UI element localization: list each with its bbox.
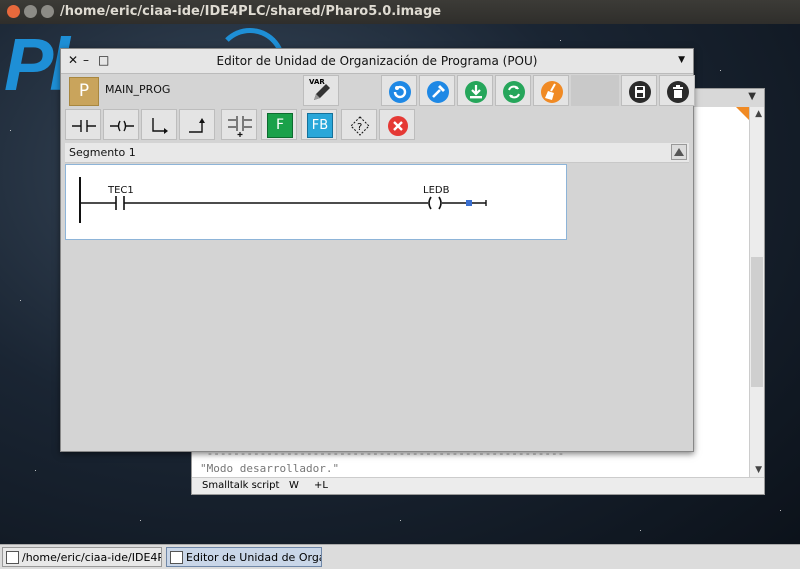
status-mode[interactable]: Smalltalk script [202, 480, 279, 491]
os-close-button[interactable] [7, 5, 20, 18]
window-icon [6, 551, 19, 564]
workspace-code-line: "Modo desarrollador." [200, 462, 340, 475]
workspace-scroll-thumb[interactable] [751, 257, 763, 387]
pou-editor-title: Editor de Unidad de Organización de Prog… [216, 54, 538, 68]
triangle-up-icon [674, 148, 684, 156]
taskbar: /home/eric/ciaa-ide/IDE4PLC... Editor de… [0, 544, 800, 569]
cloud-sync-button[interactable] [495, 75, 531, 106]
taskbar-item-workspace[interactable]: /home/eric/ciaa-ide/IDE4PLC... [2, 547, 162, 567]
pou-type-icon[interactable]: P [69, 77, 99, 106]
download-icon [465, 81, 487, 103]
spacer [341, 75, 377, 106]
os-minimize-button[interactable] [24, 5, 37, 18]
refresh-button[interactable] [381, 75, 417, 106]
close-red-icon [388, 116, 408, 136]
pou-editor-window: ✕ – □ Editor de Unidad de Organización d… [60, 48, 695, 452]
coil-button[interactable] [103, 109, 139, 140]
taskbar-item-label: Editor de Unidad de Organiz... [186, 551, 321, 564]
taskbar-item-pou-editor[interactable]: Editor de Unidad de Organiz... [166, 547, 322, 567]
branch-up-icon [189, 118, 205, 133]
segment-label: Segmento 1 [69, 146, 136, 159]
window-menu-icon[interactable]: ▼ [678, 55, 685, 65]
clean-broom-icon [541, 81, 563, 103]
contact-no-button[interactable] [65, 109, 101, 140]
save-icon [629, 81, 651, 103]
segment-header[interactable]: Segmento 1 [65, 143, 689, 163]
contact-add-button[interactable] [221, 109, 257, 140]
branch-up-button[interactable] [179, 109, 215, 140]
status-flag-w[interactable]: W [289, 480, 299, 491]
coil-icon [110, 120, 134, 132]
jump-icon: ? [350, 116, 370, 136]
ladder-rung [79, 177, 487, 223]
build-hammer-icon [427, 81, 449, 103]
ladder-segment-canvas[interactable]: TEC1 LEDB [65, 164, 567, 240]
delete-trash-icon [667, 81, 689, 103]
os-window-titlebar: /home/eric/ciaa-ide/IDE4PLC/shared/Pharo… [0, 0, 800, 24]
ladder-toolbar: F FB ? [65, 109, 689, 141]
contact-add-icon [228, 116, 252, 137]
branch-down-icon [152, 118, 168, 134]
scroll-up-icon[interactable]: ▲ [755, 109, 762, 119]
pou-name-area: P MAIN_PROG [65, 75, 301, 106]
function-button[interactable]: F [261, 109, 297, 140]
main-toolbar: P MAIN_PROG VAR [65, 75, 695, 107]
contact-no-icon [72, 120, 96, 132]
workspace-corner-accent [736, 107, 750, 121]
close-element-button[interactable] [379, 109, 415, 140]
workspace-scrollbar[interactable] [749, 107, 764, 478]
save-button[interactable] [621, 75, 657, 106]
coil-label[interactable]: LEDB [423, 185, 449, 196]
os-window-title: /home/eric/ciaa-ide/IDE4PLC/shared/Pharo… [60, 4, 442, 19]
function-block-button[interactable]: FB [301, 109, 337, 140]
refresh-icon [389, 81, 411, 103]
pharo-logo: Pl [4, 23, 70, 106]
function-block-icon: FB [307, 113, 333, 138]
download-button[interactable] [457, 75, 493, 106]
pou-name-label: MAIN_PROG [105, 83, 171, 96]
workspace-status-bar: Smalltalk script W +L [192, 477, 764, 494]
window-icon [170, 551, 183, 564]
branch-down-button[interactable] [141, 109, 177, 140]
cloud-sync-icon [503, 81, 525, 103]
clean-button[interactable] [533, 75, 569, 106]
status-flag-l[interactable]: +L [314, 480, 328, 491]
contact-label[interactable]: TEC1 [108, 185, 134, 196]
scroll-down-icon[interactable]: ▼ [755, 465, 762, 475]
pencil-icon [314, 84, 330, 100]
build-button[interactable] [419, 75, 455, 106]
svg-text:?: ? [357, 122, 362, 133]
jump-button[interactable]: ? [341, 109, 377, 140]
segment-collapse-button[interactable] [671, 144, 687, 160]
function-icon: F [267, 113, 293, 138]
spacer [571, 75, 619, 106]
delete-button[interactable] [659, 75, 695, 106]
var-edit-button[interactable]: VAR [303, 75, 339, 106]
pou-editor-titlebar[interactable]: ✕ – □ Editor de Unidad de Organización d… [61, 49, 693, 74]
taskbar-item-label: /home/eric/ciaa-ide/IDE4PLC... [22, 551, 161, 564]
workspace-menu-arrow-icon[interactable]: ▼ [748, 91, 756, 102]
os-maximize-button[interactable] [41, 5, 54, 18]
